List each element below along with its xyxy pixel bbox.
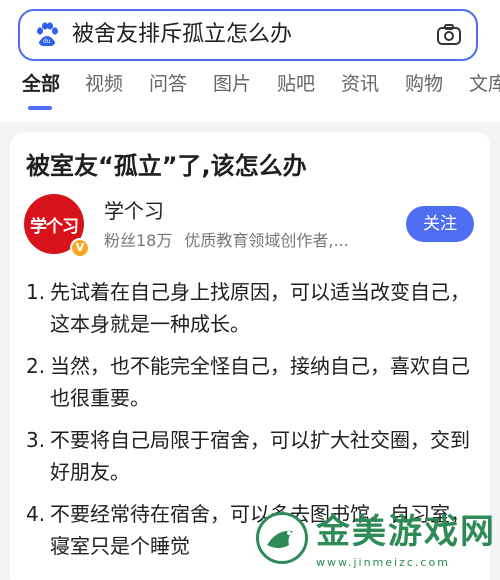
item-number: 2.: [26, 354, 46, 378]
tab-label: 图片: [213, 73, 252, 95]
active-tab-indicator: [28, 106, 52, 110]
tab-shopping[interactable]: 购物: [405, 72, 443, 102]
follow-button[interactable]: 关注: [406, 206, 474, 242]
tab-label: 视频: [85, 73, 124, 95]
top-bar: du 被舍友排斥孤立怎么办 全部 视频 问答 图片 贴吧 资讯 购物 文库: [0, 0, 500, 122]
tab-label: 资讯: [341, 73, 380, 95]
tab-label: 问答: [149, 73, 188, 95]
item-number: 3.: [26, 428, 46, 452]
item-number: 1.: [26, 280, 46, 304]
tab-label: 购物: [405, 73, 444, 95]
watermark-brand: 金美游戏网: [316, 512, 496, 552]
item-number: 4.: [26, 502, 46, 526]
tab-tieba[interactable]: 贴吧: [277, 72, 315, 102]
fan-count: 粉丝18万: [104, 231, 173, 250]
tab-qa[interactable]: 问答: [149, 72, 187, 102]
list-item: 2. 当然，也不能完全怪自己，接纳自己，喜欢自己也很重要。: [26, 350, 476, 414]
search-box[interactable]: du 被舍友排斥孤立怎么办: [18, 9, 478, 61]
item-text: 先试着在自己身上找原因，可以适当改变自己，这本身就是一种成长。: [50, 280, 470, 336]
category-tabs: 全部 视频 问答 图片 贴吧 资讯 购物 文库: [0, 72, 500, 112]
list-item: 1. 先试着在自己身上找原因，可以适当改变自己，这本身就是一种成长。: [26, 276, 476, 340]
svg-text:du: du: [43, 38, 51, 45]
tab-label: 贴吧: [277, 73, 316, 95]
item-text: 当然，也不能完全怪自己，接纳自己，喜欢自己也很重要。: [50, 354, 470, 410]
author-meta: 粉丝18万 优质教育领域创作者,...: [104, 230, 349, 252]
tab-all[interactable]: 全部: [22, 72, 61, 110]
bird-icon: [267, 530, 293, 548]
tab-images[interactable]: 图片: [213, 72, 251, 102]
avatar-text: 学个习: [30, 216, 79, 237]
result-title[interactable]: 被室友“孤立”了,该怎么办: [26, 150, 307, 182]
author-description: 优质教育领域创作者,...: [184, 231, 349, 250]
tab-video[interactable]: 视频: [85, 72, 123, 102]
watermark-bird-icon: [256, 512, 308, 564]
verified-badge: V: [70, 238, 90, 258]
list-item: 3. 不要将自己局限于宿舍，可以扩大社交圈，交到好朋友。: [26, 424, 476, 488]
baidu-paw-icon[interactable]: du: [34, 22, 60, 48]
author-name[interactable]: 学个习: [104, 198, 164, 224]
camera-icon[interactable]: [436, 23, 462, 47]
watermark-url: www.jinmeizc.com: [316, 556, 450, 569]
watermark: 金美游戏网 www.jinmeizc.com: [250, 508, 500, 580]
tab-news[interactable]: 资讯: [341, 72, 379, 102]
item-text: 不要将自己局限于宿舍，可以扩大社交圈，交到好朋友。: [50, 428, 470, 484]
tab-wenku[interactable]: 文库: [469, 72, 500, 102]
tab-label: 全部: [22, 73, 61, 95]
tab-label: 文库: [469, 73, 500, 95]
search-input[interactable]: 被舍友排斥孤立怎么办: [72, 21, 292, 49]
